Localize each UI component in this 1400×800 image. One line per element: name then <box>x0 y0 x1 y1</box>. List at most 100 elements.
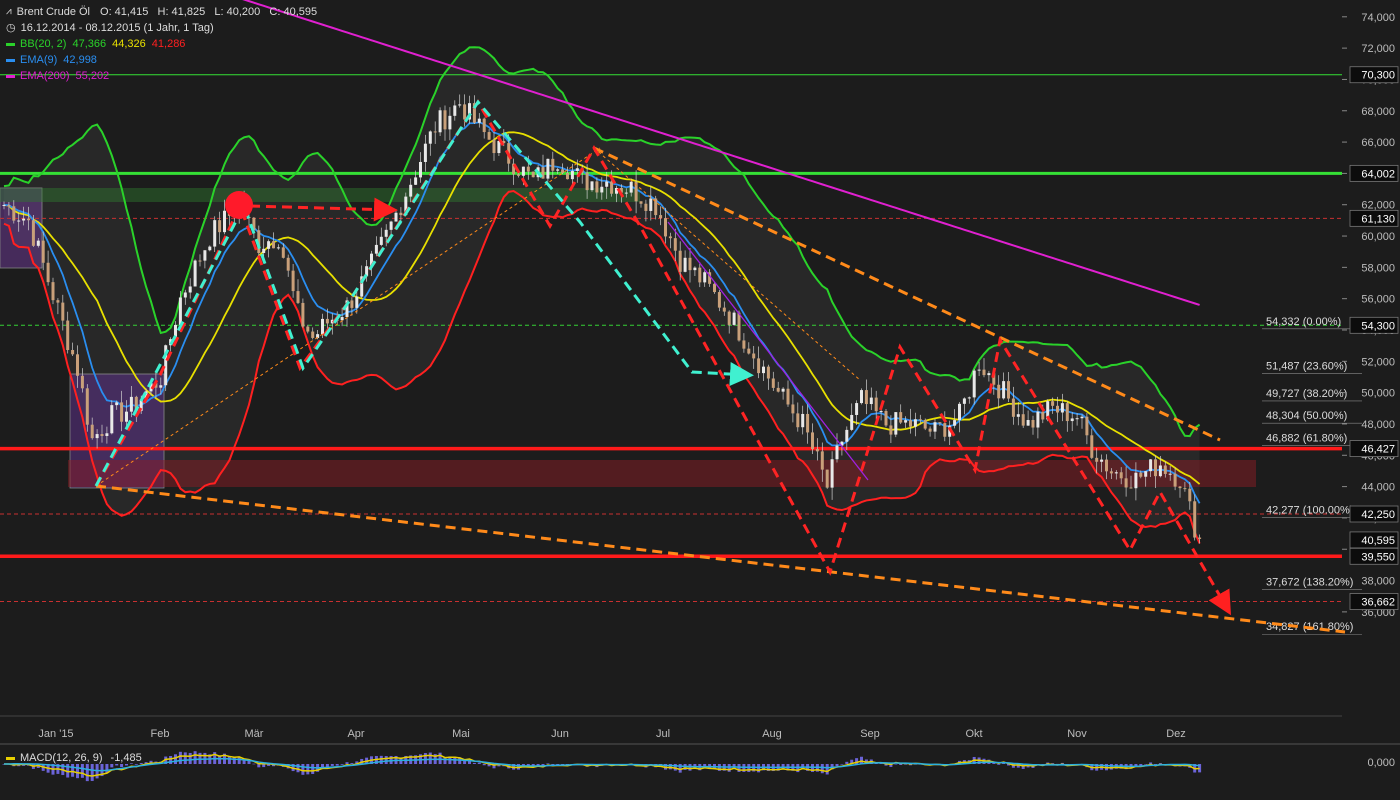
y-tick-label-15: 48,000 <box>1361 419 1395 431</box>
x-tick-label-3: Apr <box>347 728 364 740</box>
macd-bar <box>311 764 315 774</box>
x-tick-label-6: Jul <box>656 728 670 740</box>
macd-bar <box>350 763 354 764</box>
legend-swatch <box>6 58 15 62</box>
macd-bar <box>472 762 476 764</box>
legend-indicator-value: 47,366 <box>72 38 107 50</box>
x-tick-label-9: Okt <box>965 728 982 740</box>
legend-swatch <box>6 74 15 78</box>
macd-bar <box>340 764 344 765</box>
macd-bar <box>835 764 839 767</box>
macd-bar <box>820 764 824 774</box>
price-chart: 54,332 (0.00%) 51,487 (23.60%) 49,727 (38.… <box>0 0 1400 782</box>
instrument-name: Brent Crude Öl <box>16 6 91 18</box>
price-tag-0: 70,300 <box>1361 70 1395 82</box>
x-tick-label-1: Feb <box>151 728 170 740</box>
y-tick-label-14: 50,000 <box>1361 388 1395 400</box>
candle <box>110 400 114 435</box>
candle <box>884 408 888 428</box>
macd-bar <box>247 760 251 764</box>
legend-indicator-value: 41,286 <box>151 38 186 50</box>
legend-indicator-value: 42,998 <box>63 54 97 66</box>
y-tick-label-11: 56,000 <box>1361 294 1395 306</box>
legend-indicator-2[interactable]: EMA(200) 55,202 <box>6 68 317 84</box>
legend-title-row: ⩘ Brent Crude Öl O: 41,415 H: 41,825 L: … <box>6 4 317 20</box>
y-tick-label-17: 44,000 <box>1361 482 1395 494</box>
candle <box>825 469 829 489</box>
price-tag-1: 64,002 <box>1361 168 1395 180</box>
x-tick-label-0: Jan '15 <box>38 728 73 740</box>
macd-bar <box>134 764 138 765</box>
y-tick-label-13: 52,000 <box>1361 356 1395 368</box>
macd-bar <box>306 764 310 775</box>
macd-bar <box>423 753 427 764</box>
y-tick-label-3: 72,000 <box>1361 43 1395 55</box>
macd-bar <box>1144 764 1148 765</box>
y-tick-label-8: 62,000 <box>1361 200 1395 212</box>
macd-bar <box>482 764 486 766</box>
candle <box>1193 494 1197 541</box>
macd-bar <box>232 757 236 764</box>
macd-bar <box>335 764 339 766</box>
x-tick-label-2: Mär <box>245 728 264 740</box>
price-tag-4: 46,427 <box>1361 444 1395 456</box>
macd-bar <box>1149 762 1153 764</box>
ohlc-values: O: 41,415 H: 41,825 L: 40,200 C: 40,595 <box>100 6 318 18</box>
x-tick-label-11: Dez <box>1166 728 1186 740</box>
legend-indicator-label: EMA(200) <box>20 70 70 82</box>
y-tick-label-10: 58,000 <box>1361 262 1395 274</box>
macd-bar <box>301 764 305 775</box>
macd-bar <box>840 763 844 765</box>
fib-label-3: 48,304 (50.00%) <box>1266 410 1347 422</box>
candle <box>923 418 927 431</box>
price-tag-3: 54,300 <box>1361 320 1395 332</box>
legend-swatch <box>6 42 15 46</box>
macd-bar <box>678 764 682 773</box>
macd-bar <box>90 764 94 781</box>
macd-bar <box>183 752 187 764</box>
macd-bar <box>438 752 442 764</box>
macd-bar <box>727 764 731 772</box>
macd-bar <box>125 764 128 766</box>
macd-bar <box>330 764 334 766</box>
candle <box>894 412 898 438</box>
macd-bar <box>252 763 256 765</box>
chart-type-icon: ⩘ <box>6 6 12 17</box>
macd-bar <box>477 762 481 764</box>
legend-period-row: ◷ 16.12.2014 - 08.12.2015 (1 Jahr, 1 Tag… <box>6 20 317 36</box>
macd-legend: MACD(12, 26, 9) -1,485 <box>6 752 142 764</box>
legend-indicator-1[interactable]: EMA(9) 42,998 <box>6 52 317 68</box>
chart-legend: ⩘ Brent Crude Öl O: 41,415 H: 41,825 L: … <box>6 4 317 84</box>
candle <box>860 388 863 405</box>
x-tick-label-10: Nov <box>1067 728 1087 740</box>
macd-bar <box>546 763 550 765</box>
macd-bar <box>860 756 863 764</box>
macd-bar <box>345 762 349 764</box>
fib-label-6: 37,672 (138.20%) <box>1266 577 1353 589</box>
candle <box>531 171 535 178</box>
candle <box>438 107 442 137</box>
candle <box>85 384 89 432</box>
macd-label: MACD(12, 26, 9) <box>20 752 103 764</box>
y-tick-label-2: 74,000 <box>1361 12 1395 24</box>
fib-label-5: 42,277 (100.00%) <box>1266 505 1353 517</box>
x-tick-label-5: Jun <box>551 728 569 740</box>
macd-bar <box>174 754 177 764</box>
macd-bar <box>747 764 751 773</box>
macd-bar <box>1109 764 1113 770</box>
macd-bar <box>85 764 89 782</box>
macd-bar <box>757 764 761 773</box>
price-tag-6: 40,595 <box>1361 535 1395 547</box>
highlight-dot <box>225 191 253 219</box>
macd-bar <box>188 752 192 764</box>
period-label: 16.12.2014 - 08.12.2015 (1 Jahr, 1 Tag) <box>20 22 214 34</box>
macd-bar <box>384 756 388 764</box>
legend-indicator-0[interactable]: BB(20, 2) 47,366 44,326 41,286 <box>6 36 317 52</box>
legend-indicator-label: EMA(9) <box>20 54 58 66</box>
macd-bar <box>80 764 84 778</box>
price-tag-5: 42,250 <box>1361 509 1395 521</box>
price-tag-8: 36,662 <box>1361 597 1395 609</box>
price-tag-2: 61,130 <box>1361 213 1395 225</box>
macd-zero-label: 0,000 <box>1367 757 1395 769</box>
legend-indicator-value: 55,202 <box>75 70 110 82</box>
